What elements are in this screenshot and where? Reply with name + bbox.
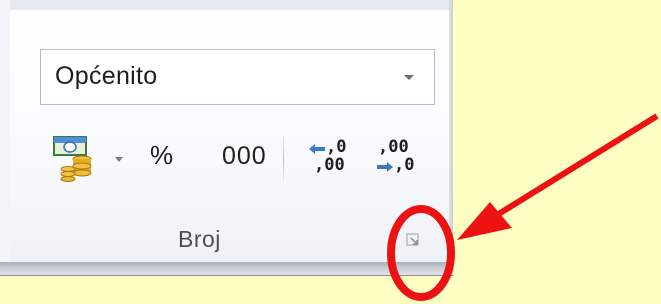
annotation-arrow-shaft xyxy=(495,113,659,218)
annotation-circle xyxy=(387,205,455,301)
annotation-overlay xyxy=(387,113,659,301)
